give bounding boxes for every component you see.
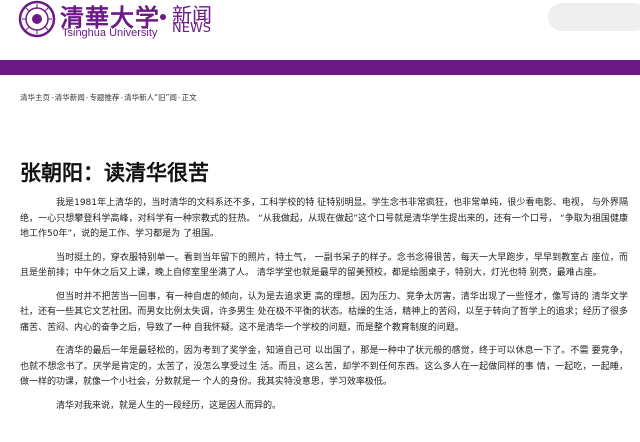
breadcrumb-separator: - xyxy=(177,93,181,102)
article-body: 我是1981年上清华的，当时清华的文科系还不多，工科学校的特 征特别明显。学生念… xyxy=(20,196,628,422)
breadcrumb: 清华主页-清华新闻-专题推荐-清华新人“旧”闻-正文 xyxy=(20,92,197,103)
article-paragraph: 我是1981年上清华的，当时清华的文科系还不多，工科学校的特 征特别明显。学生念… xyxy=(20,198,628,239)
search-input[interactable] xyxy=(548,3,640,31)
section-title-en[interactable]: NEWS xyxy=(172,21,211,36)
logo-dot xyxy=(160,14,166,20)
breadcrumb-series[interactable]: 清华新人“旧”闻 xyxy=(124,93,177,102)
breadcrumb-separator: - xyxy=(120,93,124,102)
article-title: 张朝阳：读清华很苦 xyxy=(20,161,209,185)
article-paragraph: 在清华的最后一年是最轻松的，因为考到了奖学金，知道自己可 以出国了，那是一种中了… xyxy=(20,346,628,387)
logo-english[interactable]: Tsinghua University xyxy=(62,27,157,39)
breadcrumb-current: 正文 xyxy=(181,93,197,102)
breadcrumb-featured[interactable]: 专题推荐 xyxy=(89,93,119,102)
article-paragraph: 清华对我来说，就是人生的一段经历，这是因人而异的。 xyxy=(56,400,282,411)
breadcrumb-news[interactable]: 清华新闻 xyxy=(55,93,85,102)
breadcrumb-separator: - xyxy=(51,93,54,102)
article-paragraph: 当时挺土的，穿衣服特别单一。看到当年留下的照片，特土气， 一副书呆子的样子。念书… xyxy=(20,252,628,279)
breadcrumb-home[interactable]: 清华主页 xyxy=(20,93,50,102)
site-header: 清華大学 Tsinghua University 新闻 NEWS xyxy=(0,0,640,60)
article-paragraph: 但当时并不把苦当一回事，有一种自虐的倾向，认为是去追求更 高的理想。因为压力、竞… xyxy=(20,291,628,333)
nav-bar xyxy=(0,60,640,75)
tsinghua-seal-icon[interactable] xyxy=(18,0,56,38)
